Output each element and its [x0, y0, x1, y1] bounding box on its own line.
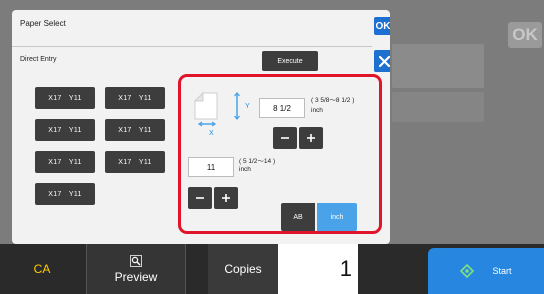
direct-entry-label: Direct Entry — [20, 56, 57, 63]
x-unit-text: inch — [239, 166, 251, 173]
y-decrement-button[interactable] — [273, 127, 297, 149]
paper-select-dialog: Paper Select OK Direct Entry Execute X17… — [12, 10, 390, 244]
preset-size-button[interactable]: X17 Y11 — [35, 151, 95, 173]
ok-button[interactable]: OK — [374, 17, 390, 35]
y-axis-label: Y — [245, 103, 250, 110]
size-entry-panel: Y X 8 1/2 ( 3 5/8～8 1/2 ) inch 11 ( 5 1/… — [178, 74, 382, 234]
copies-control: Copies 1 — [208, 244, 358, 294]
preset-size-button[interactable]: X17 Y11 — [35, 119, 95, 141]
close-icon — [378, 55, 390, 67]
y-size-field[interactable]: 8 1/2 — [259, 98, 305, 118]
preset-size-button[interactable]: X17 Y11 — [105, 87, 165, 109]
y-dimension-arrow-icon — [234, 91, 240, 121]
y-range-text: ( 3 5/8～8 1/2 ) — [311, 97, 355, 104]
preview-label: Preview — [114, 269, 158, 284]
background-ok-button: OK — [508, 22, 542, 48]
x-size-field[interactable]: 11 — [188, 157, 234, 177]
minus-icon — [281, 137, 289, 139]
background-row — [392, 92, 484, 122]
y-increment-button[interactable] — [299, 127, 323, 149]
x-range-text: ( 5 1/2～14 ) — [239, 158, 276, 165]
preset-size-button[interactable]: X17 Y11 — [105, 119, 165, 141]
unit-ab-toggle[interactable]: AB — [281, 203, 315, 231]
clear-all-button[interactable]: CA — [0, 244, 84, 294]
close-button[interactable] — [374, 50, 390, 72]
start-button[interactable]: Start — [428, 248, 544, 294]
plus-icon — [307, 134, 315, 142]
copies-label: Copies — [224, 262, 262, 276]
divider — [12, 46, 372, 47]
x-increment-button[interactable] — [214, 187, 238, 209]
x-axis-label: X — [209, 130, 214, 137]
preset-size-button[interactable]: X17 Y11 — [105, 151, 165, 173]
minus-icon — [196, 197, 204, 199]
y-unit-text: inch — [311, 107, 323, 114]
bottom-action-bar: CA Preview Copies 1 Start — [0, 244, 544, 294]
x-decrement-button[interactable] — [188, 187, 212, 209]
preview-button[interactable]: Preview — [86, 244, 186, 294]
magnifier-icon — [130, 254, 142, 267]
preset-size-button[interactable]: X17 Y11 — [35, 87, 95, 109]
copies-field[interactable]: 1 — [278, 244, 358, 294]
execute-button[interactable]: Execute — [262, 51, 318, 71]
background-row — [392, 44, 484, 88]
unit-inch-toggle[interactable]: inch — [317, 203, 357, 231]
start-label: Start — [492, 266, 512, 276]
plus-icon — [222, 194, 230, 202]
dialog-title: Paper Select — [20, 19, 66, 28]
paper-size-icon — [193, 91, 218, 127]
start-diamond-icon — [460, 264, 475, 278]
preset-size-button[interactable]: X17 Y11 — [35, 183, 95, 205]
